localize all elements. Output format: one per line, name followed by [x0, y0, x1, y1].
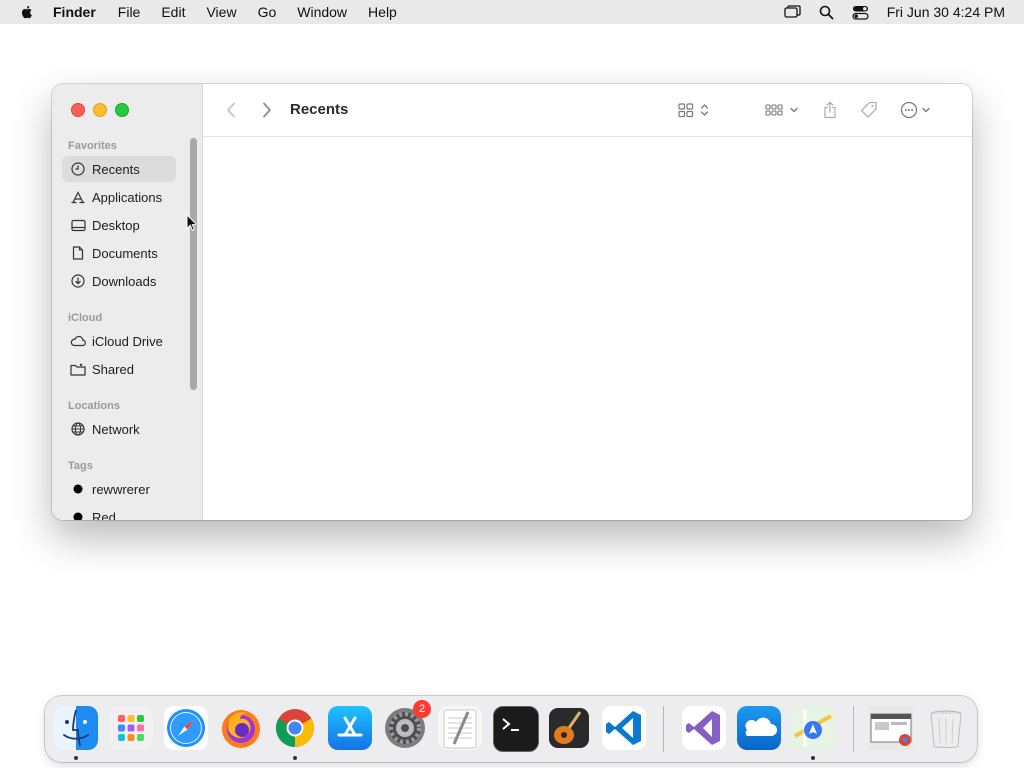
dock: 2	[45, 696, 977, 762]
sidebar-item-label: Red	[92, 509, 116, 521]
notification-badge: 2	[413, 700, 431, 718]
maps-icon[interactable]	[791, 706, 835, 750]
sidebar-section-icloud: iCloud	[68, 312, 103, 324]
zoom-button[interactable]	[115, 103, 129, 117]
menu-file[interactable]: File	[118, 4, 141, 20]
launchpad-icon[interactable]	[109, 706, 153, 750]
sidebar-item-label: Desktop	[92, 217, 140, 233]
desktop-icon	[70, 217, 86, 233]
sidebar-section-locations: Locations	[68, 400, 120, 412]
dock-separator	[853, 706, 854, 752]
tag-color-dot	[70, 509, 86, 520]
sidebar-item-applications[interactable]: Applications	[62, 184, 176, 210]
safari-icon[interactable]	[164, 706, 208, 750]
settings-icon[interactable]: 2	[383, 700, 431, 750]
menu-bar: Finder File Edit View Go Window Help Fri…	[0, 0, 1024, 24]
sidebar-scrollbar[interactable]	[190, 138, 197, 390]
shared-folder-icon	[70, 361, 86, 377]
icon-view-icon[interactable]	[675, 100, 715, 120]
control-center-icon[interactable]	[851, 4, 871, 20]
sidebar-item-label: iCloud Drive	[92, 333, 163, 349]
sidebar-item-label: Downloads	[92, 273, 157, 289]
cloud-icon	[70, 333, 86, 349]
sidebar-item-label: Applications	[92, 189, 163, 205]
mouse-cursor-icon	[186, 214, 196, 231]
sidebar-item-recents[interactable]: Recents	[62, 156, 176, 182]
firefox-icon[interactable]	[219, 706, 263, 750]
more-actions-icon[interactable]	[899, 100, 937, 120]
vscode-icon[interactable]	[602, 706, 646, 750]
visual-studio-icon[interactable]	[682, 706, 726, 750]
tag-icon[interactable]	[857, 100, 881, 120]
sidebar-item-documents[interactable]: Documents	[62, 240, 176, 266]
tag-color-dot	[70, 481, 86, 497]
textedit-icon[interactable]	[438, 706, 482, 750]
document-icon	[70, 245, 86, 261]
window-title: Recents	[290, 101, 349, 118]
onedrive-icon[interactable]	[737, 706, 781, 750]
globe-icon	[70, 421, 86, 437]
sidebar-item-label: Shared	[92, 361, 134, 377]
sidebar: Favorites Recents Applications Desktop D…	[52, 84, 203, 520]
menu-edit[interactable]: Edit	[161, 4, 185, 20]
group-icon[interactable]	[763, 100, 803, 120]
forward-icon[interactable]	[259, 100, 275, 120]
terminal-icon[interactable]	[493, 706, 539, 752]
sidebar-item-downloads[interactable]: Downloads	[62, 268, 176, 294]
applications-icon	[70, 189, 86, 205]
running-indicator	[74, 756, 78, 760]
running-indicator	[293, 756, 297, 760]
sidebar-item-shared[interactable]: Shared	[62, 356, 176, 382]
apple-icon[interactable]	[19, 4, 35, 20]
close-button[interactable]	[71, 103, 85, 117]
clock-icon	[70, 161, 86, 177]
app-store-icon[interactable]	[328, 706, 372, 750]
menu-view[interactable]: View	[206, 4, 236, 20]
finder-window: Favorites Recents Applications Desktop D…	[52, 84, 972, 520]
sidebar-item-label: rewwrerer	[92, 481, 150, 497]
chrome-window-icon[interactable]	[869, 706, 913, 750]
menu-app-finder[interactable]: Finder	[53, 4, 96, 20]
chrome-icon[interactable]	[273, 706, 317, 750]
sidebar-item-label: Network	[92, 421, 140, 437]
sidebar-section-tags: Tags	[68, 460, 93, 472]
finder-content: Recents	[203, 84, 972, 520]
menu-help[interactable]: Help	[368, 4, 397, 20]
back-icon[interactable]	[223, 100, 239, 120]
sidebar-tag-red[interactable]: Red	[62, 504, 176, 520]
menu-clock[interactable]: Fri Jun 30 4:24 PM	[887, 4, 1005, 20]
sidebar-section-favorites: Favorites	[68, 140, 117, 152]
sidebar-item-label: Recents	[92, 161, 140, 177]
dock-separator	[663, 706, 664, 752]
screen-mirroring-icon[interactable]	[783, 4, 803, 20]
trash-icon[interactable]	[924, 706, 968, 750]
finder-icon[interactable]	[54, 706, 98, 750]
sidebar-item-label: Documents	[92, 245, 158, 261]
running-indicator	[811, 756, 815, 760]
download-icon	[70, 273, 86, 289]
menu-go[interactable]: Go	[258, 4, 277, 20]
share-icon[interactable]	[818, 100, 842, 120]
sidebar-tag-rewwrerer[interactable]: rewwrerer	[62, 476, 176, 502]
guitar-icon[interactable]	[547, 706, 591, 750]
window-controls	[71, 103, 137, 117]
toolbar: Recents	[203, 84, 972, 137]
minimize-button[interactable]	[93, 103, 107, 117]
spotlight-search-icon[interactable]	[817, 4, 837, 20]
sidebar-item-network[interactable]: Network	[62, 416, 176, 442]
sidebar-item-icloud-drive[interactable]: iCloud Drive	[62, 328, 176, 354]
menu-window[interactable]: Window	[297, 4, 347, 20]
sidebar-item-desktop[interactable]: Desktop	[62, 212, 176, 238]
